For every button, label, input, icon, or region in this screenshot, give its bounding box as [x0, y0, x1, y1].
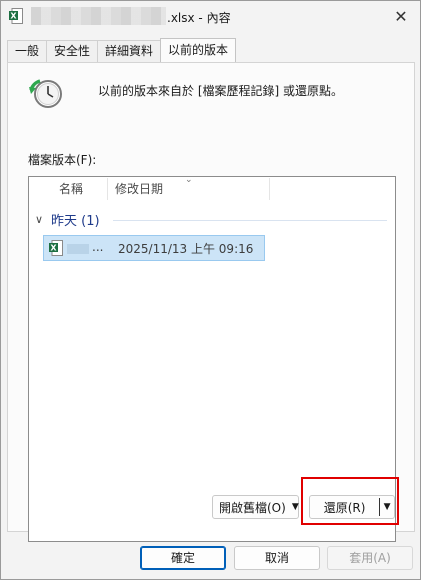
restore-clock-icon: [29, 79, 62, 108]
previous-versions-panel: 以前的版本來自於 [檔案歷程記錄] 或還原點。 檔案版本(F): 名稱 ⌄ 修改…: [7, 62, 415, 542]
svg-text:X: X: [10, 12, 17, 21]
column-separator[interactable]: [107, 178, 108, 200]
tab-general[interactable]: 一般: [7, 40, 48, 62]
ok-button[interactable]: 確定: [140, 546, 226, 570]
window-title: .xlsx - 內容: [167, 11, 231, 25]
apply-button[interactable]: 套用(A): [327, 546, 413, 570]
highlight-annotation: [301, 477, 399, 525]
group-divider: [113, 220, 387, 221]
description-text: 以前的版本來自於 [檔案歷程記錄] 或還原點。: [98, 84, 343, 98]
chevron-down-icon: ∨: [35, 212, 44, 226]
close-icon: ✕: [394, 6, 408, 26]
file-name: ...: [92, 240, 104, 254]
tab-security[interactable]: 安全性: [46, 40, 99, 62]
group-label: 昨天 (1): [51, 213, 100, 229]
tab-previous-versions[interactable]: 以前的版本: [160, 38, 237, 62]
tab-strip: 一般 安全性 詳細資料 以前的版本: [7, 38, 237, 63]
title-bar: X .xlsx - 內容 ✕: [1, 1, 420, 31]
list-item[interactable]: X ... 2025/11/13 上午 09:16: [43, 235, 265, 261]
dropdown-arrow-icon[interactable]: ▼: [292, 502, 299, 512]
open-button[interactable]: 開啟舊檔(O) ▼: [212, 495, 299, 519]
open-button-label: 開啟舊檔(O): [219, 500, 286, 515]
properties-dialog: X .xlsx - 內容 ✕ 一般 安全性 詳細資料 以前的版本 以前的版本來自…: [0, 0, 421, 580]
excel-file-icon: X: [49, 240, 63, 256]
svg-text:X: X: [50, 244, 57, 253]
redacted-filename: [67, 244, 89, 254]
sort-caret-icon: ⌄: [185, 175, 193, 185]
column-name[interactable]: 名稱: [59, 177, 83, 201]
tab-details[interactable]: 詳細資料: [97, 40, 162, 62]
excel-file-icon: X: [9, 8, 23, 24]
close-button[interactable]: ✕: [390, 6, 412, 26]
file-modified-date: 2025/11/13 上午 09:16: [118, 242, 254, 256]
file-versions-label: 檔案版本(F):: [28, 153, 97, 167]
column-separator[interactable]: [269, 178, 270, 200]
group-yesterday[interactable]: ∨ 昨天 (1): [35, 210, 100, 229]
cancel-button[interactable]: 取消: [234, 546, 320, 570]
list-header: 名稱 ⌄ 修改日期: [29, 175, 395, 201]
redacted-filename: [31, 7, 166, 25]
column-modified-date[interactable]: 修改日期: [115, 177, 163, 201]
